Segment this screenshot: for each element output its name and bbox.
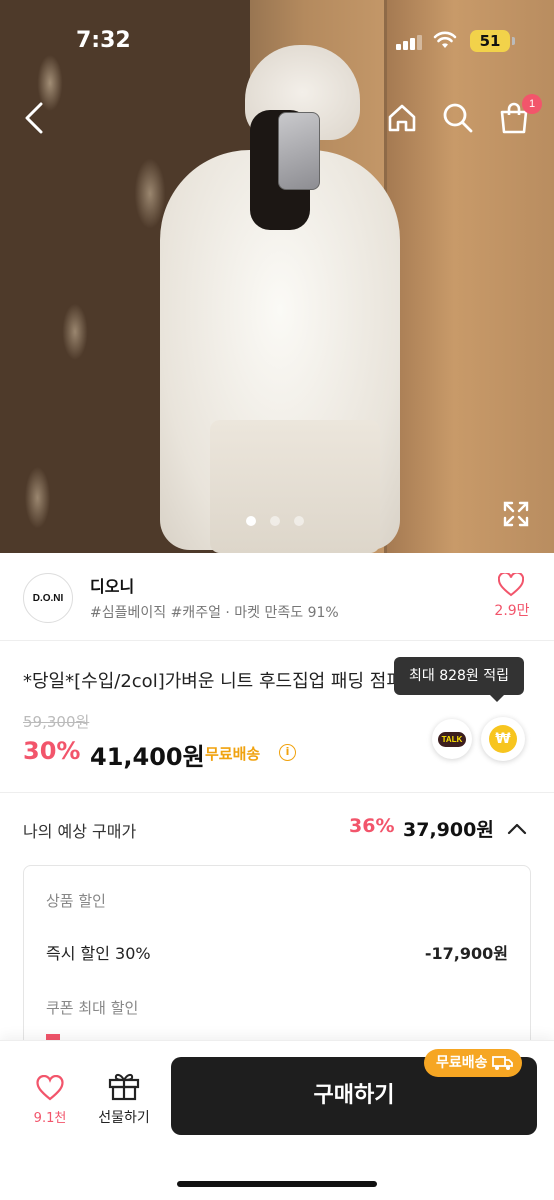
model-pants [210,420,380,553]
home-indicator [177,1181,377,1187]
reward-tooltip: 최대 828원 적립 [394,657,524,702]
sale-price: 41,400원 [90,743,205,771]
search-button[interactable] [438,98,478,138]
chevron-left-icon [25,102,43,134]
home-icon [388,104,416,132]
carousel-indicator [246,516,304,526]
original-price: 59,300원 [23,713,90,731]
chevron-up-icon[interactable] [506,818,528,840]
back-button[interactable] [14,98,54,138]
heart-icon[interactable] [498,573,524,597]
home-button[interactable] [382,98,422,138]
like-heart-icon[interactable] [36,1075,64,1101]
free-shipping-badge: 무료배송 [424,1049,522,1077]
expected-price-label: 나의 예상 구매가 [23,822,137,841]
expected-price: 37,900원 [403,819,494,841]
discount-rate: 30% [23,737,81,765]
bottom-action-bar: 9.1천 선물하기 구매하기 무료배송 [0,1040,554,1200]
carousel-dot[interactable] [270,516,280,526]
battery-icon: 51 [470,30,510,52]
free-shipping-label: 무료배송 [205,745,261,763]
instant-discount-label: 즉시 할인 30% [46,944,151,963]
seller-name[interactable]: 디오니 [90,573,134,597]
status-time: 7:32 [76,28,131,53]
model-phone [278,112,320,190]
info-icon[interactable]: i [279,744,296,761]
product-image[interactable] [0,0,554,553]
talk-icon: TALK [437,731,467,747]
status-bar: 7:32 51 [0,0,554,80]
door-background [384,0,554,553]
product-title: *당일*[수입/2col]가벼운 니트 후드집업 패딩 점퍼 [23,671,403,692]
fullscreen-icon[interactable] [502,500,530,528]
signal-icon [396,34,422,50]
seller-row[interactable]: D.O.NI 디오니 #심플베이직 #캐주얼 · 마켓 만족도 91% 2.9만 [0,553,554,641]
seller-logo[interactable]: D.O.NI [23,573,73,623]
point-reward-button[interactable]: ₩ [481,717,525,761]
battery-tip [512,37,515,45]
gift-icon[interactable] [108,1071,140,1101]
divider [0,792,554,793]
carousel-dot[interactable] [246,516,256,526]
free-shipping-badge-label: 무료배송 [436,1055,488,1071]
cart-count-badge: 1 [522,94,542,114]
search-icon [443,103,473,133]
seller-tags: #심플베이직 #캐주얼 · 마켓 만족도 91% [90,605,339,621]
expected-discount: 36% [349,815,395,837]
truck-icon [491,1056,513,1070]
kakao-talk-button[interactable]: TALK [432,719,472,759]
product-discount-label: 상품 할인 [46,892,106,910]
seller-like-count: 2.9만 [494,603,530,619]
won-coin-icon: ₩ [489,725,517,753]
gift-label[interactable]: 선물하기 [88,1107,160,1127]
instant-discount-value: -17,900원 [424,944,508,963]
wifi-icon [433,31,457,48]
coupon-discount-label: 쿠폰 최대 할인 [46,999,139,1017]
like-count: 9.1천 [33,1111,67,1126]
carousel-dot[interactable] [294,516,304,526]
